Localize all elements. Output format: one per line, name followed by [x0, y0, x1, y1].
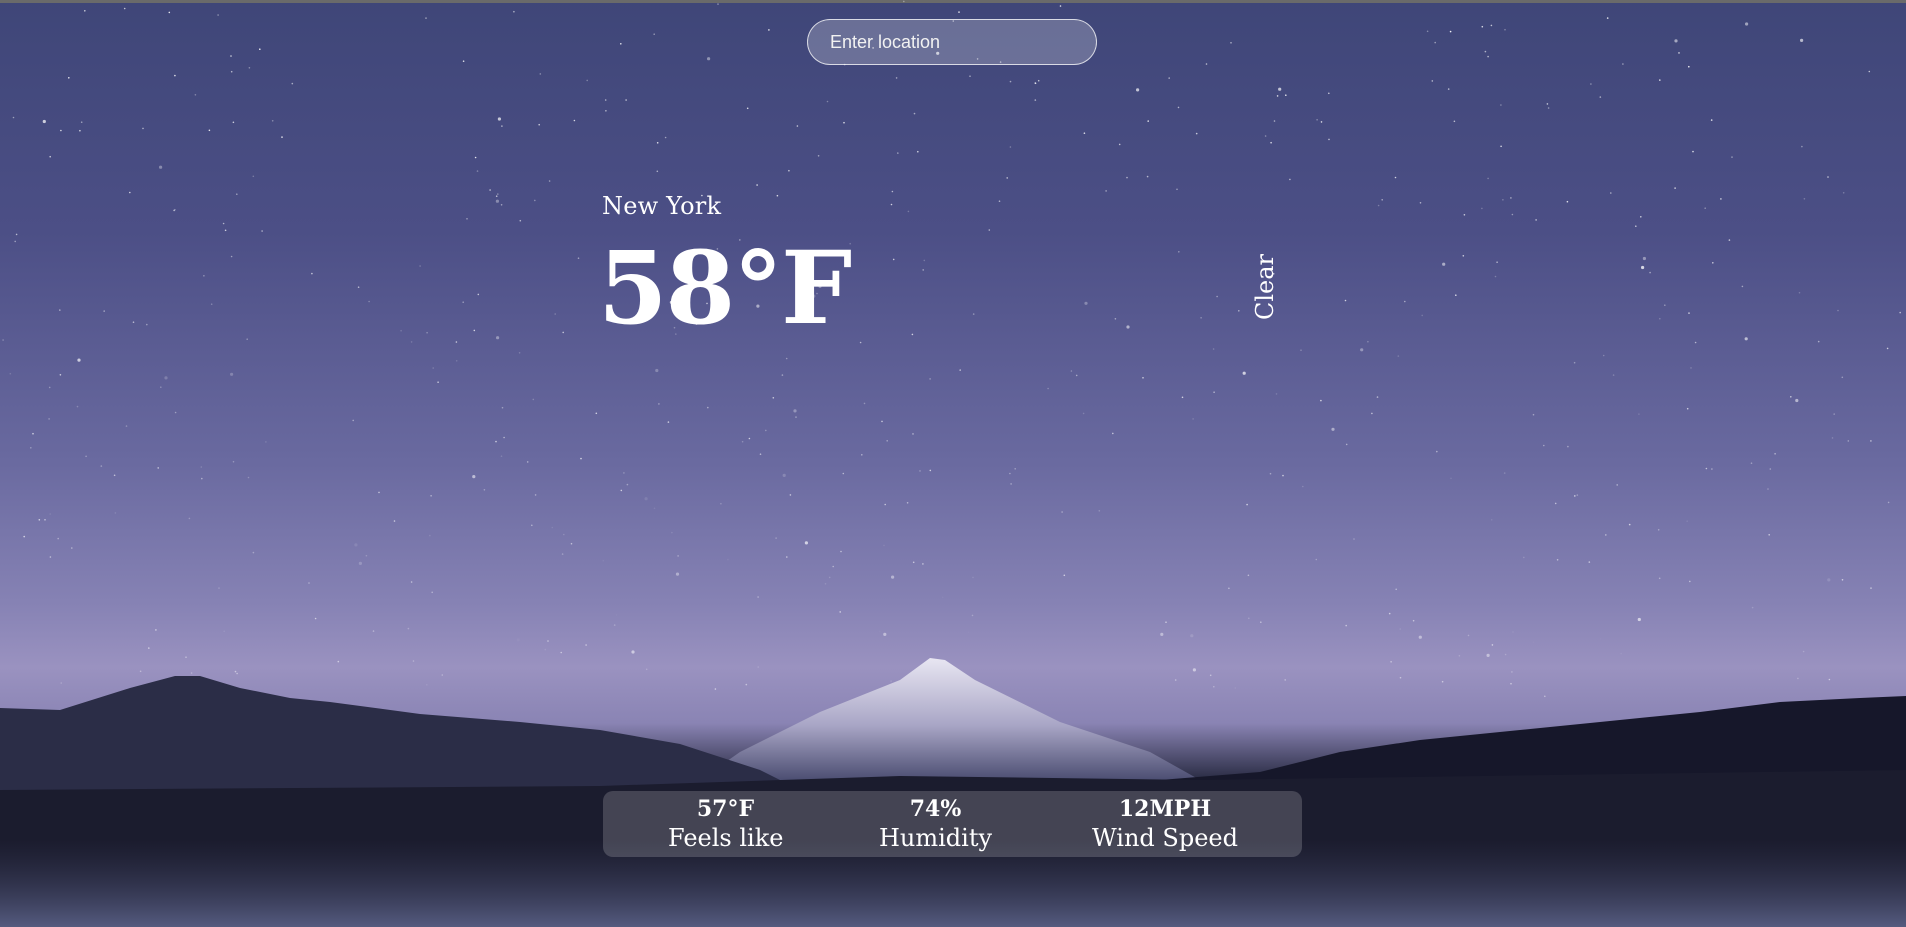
city-name: New York: [602, 192, 722, 220]
mountain-landscape-background: [0, 658, 1906, 927]
humidity-value: 74%: [909, 796, 962, 822]
humidity-label: Humidity: [878, 824, 993, 852]
wind-speed-label: Wind Speed: [1092, 824, 1238, 852]
feels-like-value: 57°F: [696, 796, 755, 822]
wind-speed-value: 12MPH: [1118, 796, 1212, 822]
feels-like-stat: 57°F Feels like: [668, 795, 783, 853]
humidity-stat: 74% Humidity: [873, 795, 998, 853]
wind-speed-stat: 12MPH Wind Speed: [1070, 795, 1260, 853]
weather-condition: Clear: [1251, 253, 1279, 320]
current-temperature: 58°F: [598, 229, 852, 347]
weather-details-panel: 57°F Feels like 74% Humidity 12MPH Wind …: [603, 791, 1302, 857]
feels-like-label: Feels like: [668, 824, 784, 852]
location-search-input[interactable]: [807, 19, 1097, 65]
